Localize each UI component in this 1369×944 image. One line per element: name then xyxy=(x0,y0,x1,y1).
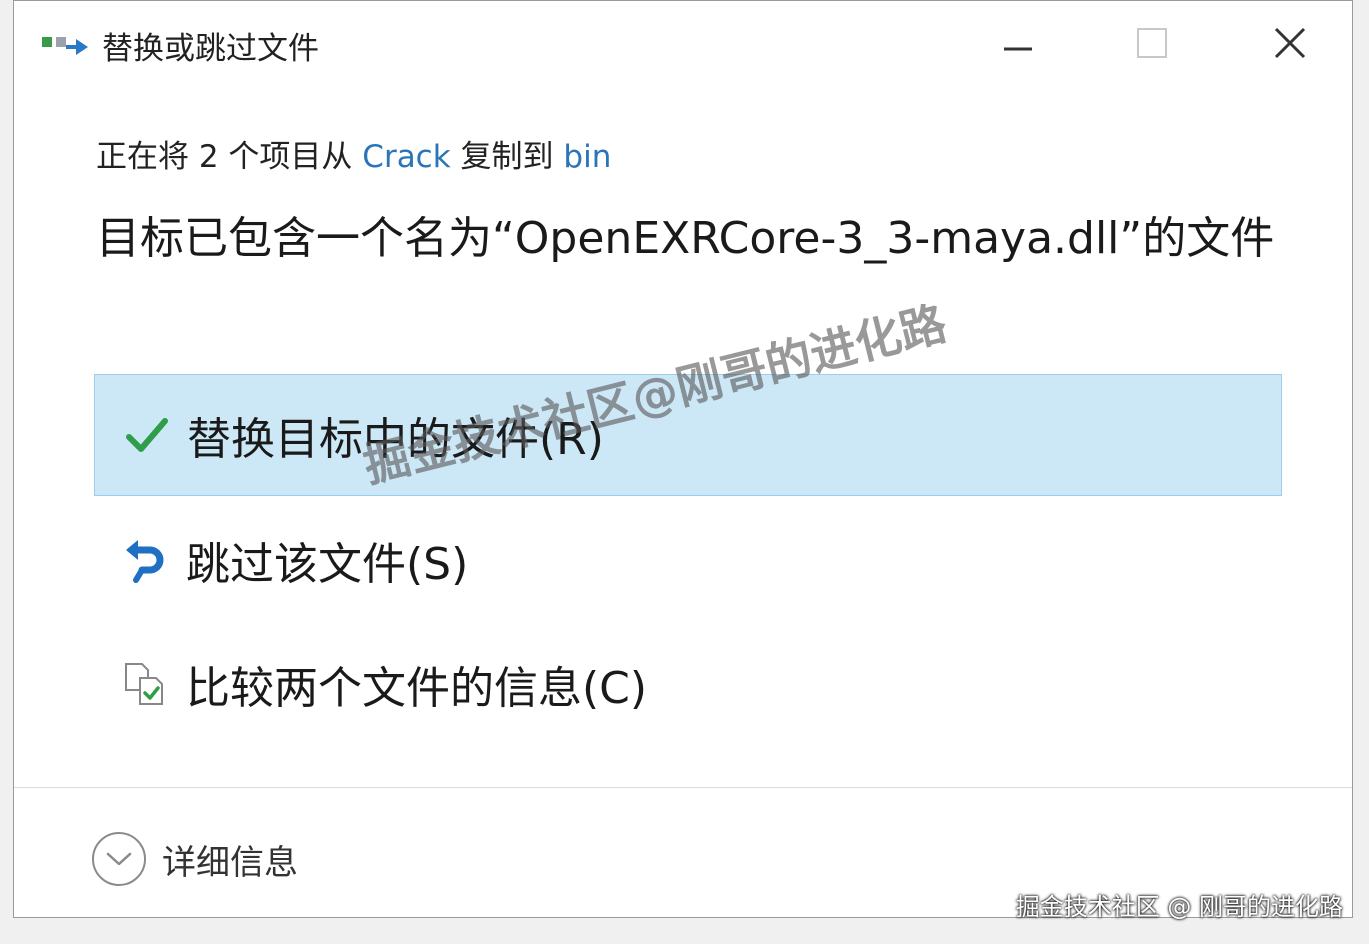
minimize-icon xyxy=(1004,47,1032,51)
compare-files-label: 比较两个文件的信息(C) xyxy=(186,663,648,714)
close-button[interactable] xyxy=(1230,1,1350,85)
title-bar[interactable]: 替换或跳过文件 xyxy=(14,1,1352,85)
corner-watermark: 掘金技术社区 @ 刚哥的进化路 xyxy=(1015,893,1343,921)
more-details-toggle[interactable]: 详细信息 xyxy=(92,829,298,889)
minimize-button[interactable] xyxy=(958,1,1078,85)
replace-file-option[interactable]: 替换目标中的文件(R) xyxy=(94,374,1282,496)
destination-folder-link[interactable]: bin xyxy=(563,139,611,175)
copy-status-middle: 复制到 xyxy=(450,139,564,175)
checkmark-icon xyxy=(126,418,168,452)
conflict-headline: 目标已包含一个名为“OpenEXRCore-3_3-maya.dll”的文件 xyxy=(96,213,1275,264)
maximize-button[interactable] xyxy=(1092,1,1212,85)
source-folder-link[interactable]: Crack xyxy=(362,139,450,175)
skip-arrow-icon xyxy=(126,540,164,583)
copy-status-line: 正在将 2 个项目从 Crack 复制到 bin xyxy=(96,131,611,176)
chevron-down-icon xyxy=(92,832,146,886)
copy-status-prefix: 正在将 2 个项目从 xyxy=(96,139,363,175)
more-details-label: 详细信息 xyxy=(162,842,298,883)
file-move-icon xyxy=(42,37,88,55)
skip-file-option[interactable]: 跳过该文件(S) xyxy=(94,499,1282,621)
maximize-icon xyxy=(1137,28,1167,58)
close-icon xyxy=(1274,27,1306,59)
skip-file-label: 跳过该文件(S) xyxy=(186,539,469,590)
window-title: 替换或跳过文件 xyxy=(102,31,319,67)
replace-or-skip-dialog: 替换或跳过文件 正在将 2 个项目从 Crack 复制到 bin 目标已包含一个… xyxy=(13,0,1353,918)
replace-file-label: 替换目标中的文件(R) xyxy=(187,414,604,465)
compare-files-icon xyxy=(125,663,163,705)
footer-divider xyxy=(14,787,1352,788)
compare-files-option[interactable]: 比较两个文件的信息(C) xyxy=(94,623,1282,745)
